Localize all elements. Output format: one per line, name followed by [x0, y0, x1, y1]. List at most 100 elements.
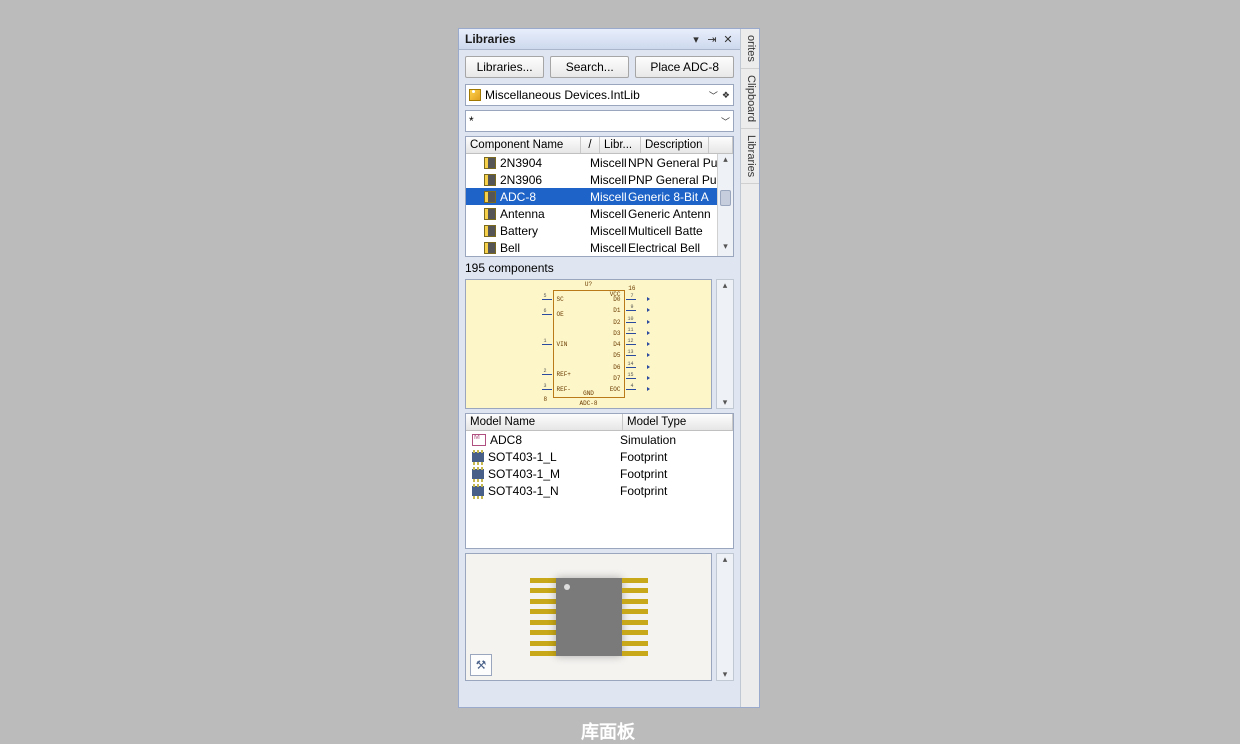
footprint-lead	[530, 630, 556, 635]
pin: 14	[626, 367, 636, 368]
col-spacer	[709, 137, 733, 153]
model-type: Footprint	[620, 467, 733, 481]
footprint-icon	[472, 486, 484, 496]
footprint-lead	[530, 641, 556, 646]
footprint-lead	[622, 651, 648, 656]
scroll-thumb[interactable]	[720, 190, 731, 206]
table-row[interactable]: 2N3906MiscellPNP General Pu	[466, 171, 733, 188]
component-icon	[484, 208, 496, 220]
table-row[interactable]: SOT403-1_NFootprint	[466, 482, 733, 499]
model-name: SOT403-1_N	[488, 484, 559, 498]
pin: 7	[626, 299, 636, 300]
component-count: 195 components	[459, 259, 740, 279]
table-row[interactable]: BellMiscellElectrical Bell	[466, 239, 733, 256]
libraries-button[interactable]: Libraries...	[465, 56, 544, 78]
col-library[interactable]: Libr...	[600, 137, 641, 153]
component-list-header: Component Name / Libr... Description	[466, 137, 733, 154]
footprint-lead	[622, 620, 648, 625]
table-row[interactable]: AntennaMiscellGeneric Antenn	[466, 205, 733, 222]
pin: 9	[626, 310, 636, 311]
close-icon[interactable]: ✕	[722, 33, 734, 45]
pin: 10	[626, 322, 636, 323]
pin: 11	[626, 333, 636, 334]
component-name: 2N3906	[500, 173, 542, 187]
table-row[interactable]: ADC-8MiscellGeneric 8-Bit A	[466, 188, 733, 205]
table-row[interactable]: BatteryMiscellMulticell Batte	[466, 222, 733, 239]
col-component-name[interactable]: Component Name	[466, 137, 581, 153]
place-button[interactable]: Place ADC-8	[635, 56, 734, 78]
col-description[interactable]: Description	[641, 137, 709, 153]
library-combo[interactable]: Miscellaneous Devices.IntLib ﹀ ❖	[465, 84, 734, 106]
footprint-leads-right	[622, 578, 648, 656]
component-icon	[484, 191, 496, 203]
footprint-preview[interactable]: ⚒	[465, 553, 712, 681]
scroll-up-icon[interactable]: ▴	[718, 154, 733, 169]
sidetab-favorites[interactable]: orites	[741, 29, 759, 69]
col-sort[interactable]: /	[581, 137, 600, 153]
component-lib: Miscell	[590, 173, 628, 187]
simulation-icon	[472, 434, 486, 446]
schematic-preview-wrap: U? 5SC6OE1VIN2REF+3REF-7D09D110D211D312D…	[465, 279, 734, 409]
footprint-scroll[interactable]: ▴ ▾	[716, 553, 734, 681]
component-lib: Miscell	[590, 190, 628, 204]
model-rows: ADC8SimulationSOT403-1_LFootprintSOT403-…	[466, 431, 733, 499]
designator-label: U?	[585, 281, 592, 288]
component-list: Component Name / Libr... Description 2N3…	[465, 136, 734, 257]
scroll-up-icon[interactable]: ▴	[723, 280, 728, 291]
component-icon	[484, 242, 496, 254]
sidetab-clipboard[interactable]: Clipboard	[741, 69, 759, 129]
more-libraries-icon[interactable]: ❖	[722, 90, 730, 101]
preview-scroll[interactable]: ▴ ▾	[716, 279, 734, 409]
model-name: ADC8	[490, 433, 522, 447]
chevron-down-icon[interactable]: ﹀	[721, 115, 730, 128]
models-list: Model Name Model Type ADC8SimulationSOT4…	[465, 413, 734, 549]
pin: 3	[542, 389, 552, 390]
footprint-lead	[530, 588, 556, 593]
component-lib: Miscell	[590, 207, 628, 221]
component-name: Antenna	[500, 207, 545, 221]
chevron-down-icon[interactable]: ﹀	[709, 89, 718, 102]
pin-icon[interactable]: ⇥	[706, 33, 718, 45]
table-row[interactable]: SOT403-1_MFootprint	[466, 465, 733, 482]
footprint-preview-wrap: ⚒ ▴ ▾	[465, 553, 734, 681]
pin1-dot-icon	[564, 584, 570, 590]
footprint-lead	[622, 609, 648, 614]
footprint-lead	[530, 599, 556, 604]
scroll-up-icon[interactable]: ▴	[723, 554, 728, 565]
scroll-down-icon[interactable]: ▾	[723, 669, 728, 680]
panel-body: Libraries ▾ ⇥ ✕ Libraries... Search... P…	[459, 29, 740, 707]
component-name: Battery	[500, 224, 538, 238]
footprint-lead	[530, 620, 556, 625]
footprint-lead	[622, 641, 648, 646]
schematic-preview[interactable]: U? 5SC6OE1VIN2REF+3REF-7D09D110D211D312D…	[465, 279, 712, 409]
table-row[interactable]: 2N3904MiscellNPN General Pu	[466, 154, 733, 171]
scroll-down-icon[interactable]: ▾	[718, 241, 733, 256]
search-button[interactable]: Search...	[550, 56, 629, 78]
footprint-leads-left	[530, 578, 556, 656]
model-type: Footprint	[620, 450, 733, 464]
component-name: Bell	[500, 241, 520, 255]
scroll-down-icon[interactable]: ▾	[723, 397, 728, 408]
table-row[interactable]: ADC8Simulation	[466, 431, 733, 448]
component-icon	[484, 157, 496, 169]
libraries-panel: Libraries ▾ ⇥ ✕ Libraries... Search... P…	[458, 28, 760, 708]
col-model-name[interactable]: Model Name	[466, 414, 623, 430]
filter-combo[interactable]: * ﹀	[465, 110, 734, 132]
footprint-lead	[622, 588, 648, 593]
panel-toolbar: Libraries... Search... Place ADC-8	[459, 50, 740, 84]
pin: 15	[626, 378, 636, 379]
component-icon	[484, 225, 496, 237]
component-name: ADC-8	[500, 190, 536, 204]
panel-title: Libraries	[465, 32, 686, 46]
pin: 2	[542, 374, 552, 375]
col-model-type[interactable]: Model Type	[623, 414, 733, 430]
pin: 1	[542, 344, 552, 345]
pin: 12	[626, 344, 636, 345]
component-scrollbar[interactable]: ▴ ▾	[717, 154, 733, 256]
dropdown-icon[interactable]: ▾	[690, 33, 702, 45]
footprint-lead	[530, 651, 556, 656]
figure-caption: 库面板	[458, 718, 758, 744]
view-options-button[interactable]: ⚒	[470, 654, 492, 676]
table-row[interactable]: SOT403-1_LFootprint	[466, 448, 733, 465]
sidetab-libraries[interactable]: Libraries	[741, 129, 759, 184]
